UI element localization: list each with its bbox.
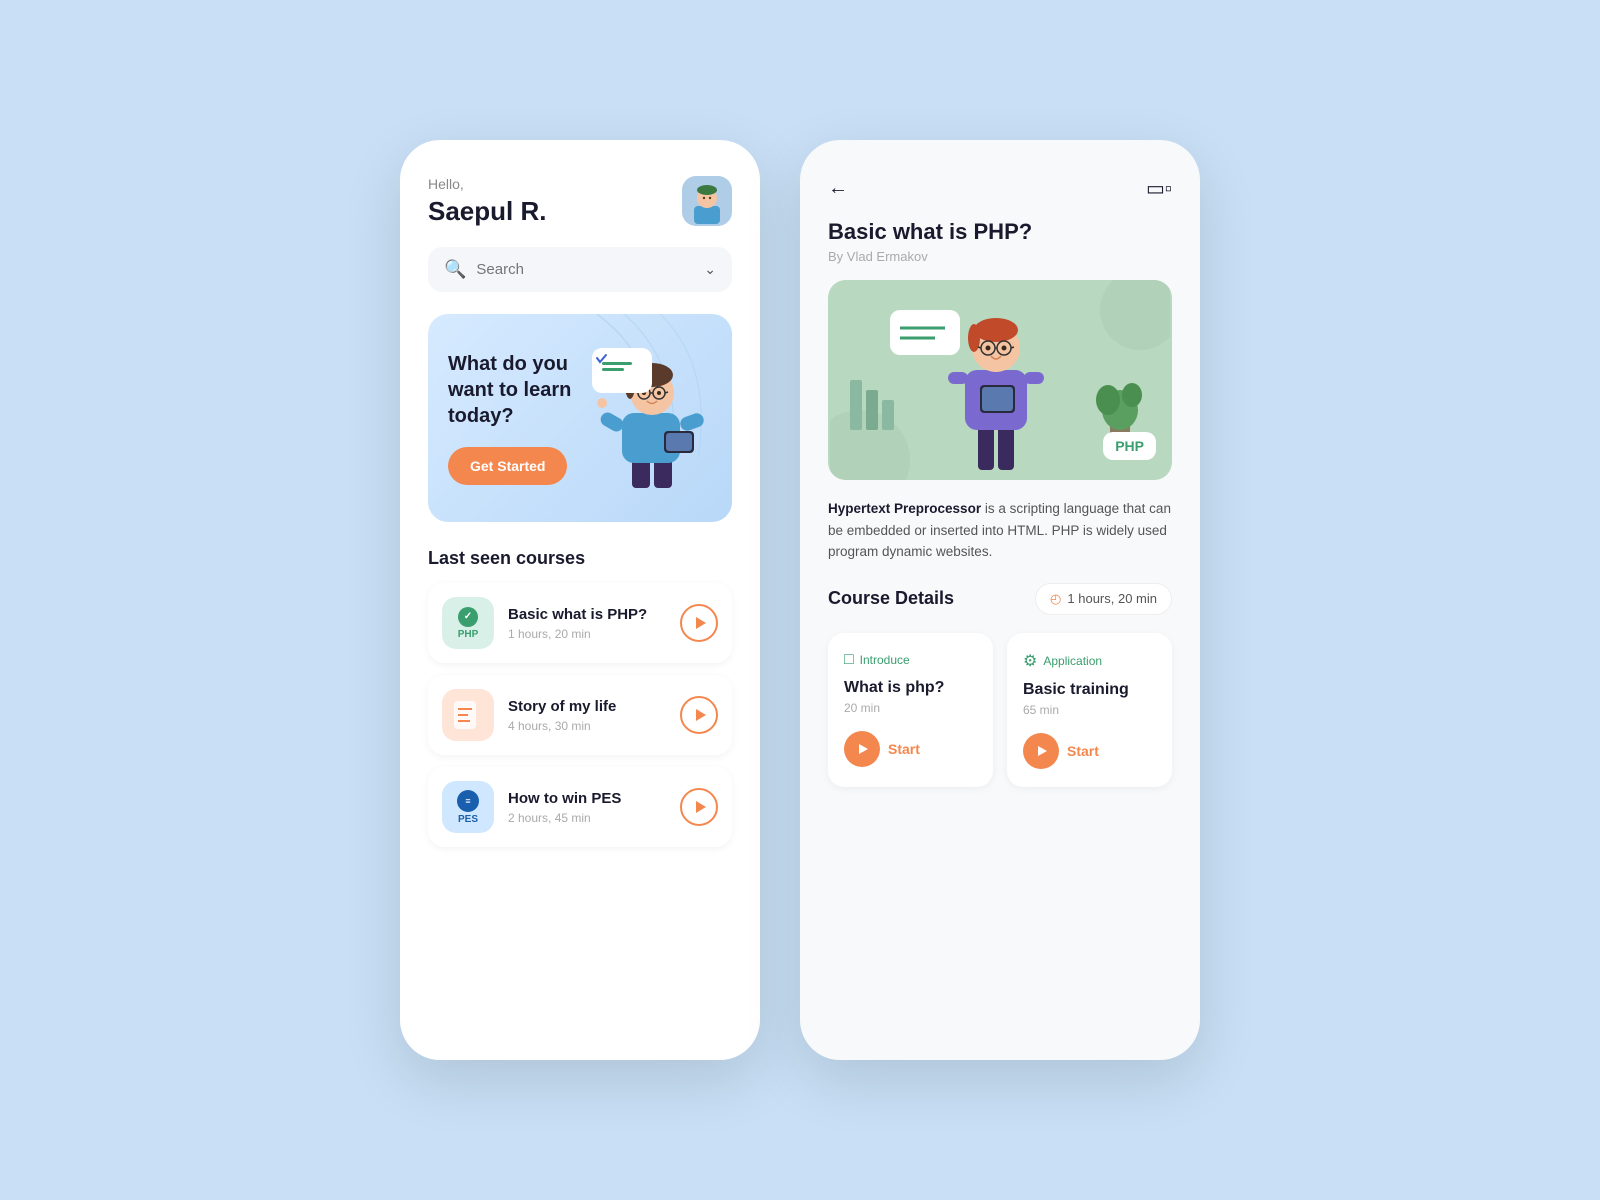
course-thumb-pes: ≡ PES [442, 781, 494, 833]
php-badge: PHP [1103, 432, 1156, 460]
play-button-pes[interactable] [680, 788, 718, 826]
description-bold: Hypertext Preprocessor [828, 501, 981, 516]
right-phone: ← ▭▫ Basic what is PHP? By Vlad Ermakov [800, 140, 1200, 1060]
banner-title: What do you want to learn today? [448, 351, 582, 429]
banner: What do you want to learn today? Get Sta… [428, 314, 732, 522]
header-row: Hello, Saepul R. [428, 176, 732, 227]
course-info-story: Story of my life 4 hours, 30 min [508, 698, 666, 733]
course-card-php[interactable]: ✓ PHP Basic what is PHP? 1 hours, 20 min [428, 583, 732, 663]
greeting-block: Hello, Saepul R. [428, 176, 546, 227]
course-duration-story: 4 hours, 30 min [508, 719, 666, 733]
course-card-story[interactable]: Story of my life 4 hours, 30 min [428, 675, 732, 755]
start-play-icon-1 [1038, 746, 1047, 756]
search-icon: 🔍 [444, 259, 466, 280]
top-nav: ← ▭▫ [828, 176, 1172, 201]
module-name-0: What is php? [844, 679, 977, 697]
banner-content: What do you want to learn today? Get Sta… [448, 351, 582, 485]
user-name: Saepul R. [428, 196, 546, 227]
bookmark-icon[interactable]: ▭▫ [1146, 176, 1172, 201]
play-button-php[interactable] [680, 604, 718, 642]
play-icon-pes [696, 801, 706, 813]
avatar-image [682, 176, 732, 226]
left-phone: Hello, Saepul R. 🔍 ⌄ [400, 140, 760, 1060]
module-type-label-1: Application [1043, 654, 1102, 668]
start-circle-0 [844, 731, 880, 767]
details-label: Course Details [828, 588, 954, 609]
module-duration-1: 65 min [1023, 703, 1156, 717]
module-card-introduce: □ Introduce What is php? 20 min Start [828, 633, 993, 787]
start-button-0[interactable]: Start [844, 731, 977, 767]
module-name-1: Basic training [1023, 681, 1156, 699]
clock-icon: ◴ [1050, 591, 1061, 607]
author-text: By Vlad Ermakov [828, 249, 1172, 264]
module-type-introduce: □ Introduce [844, 651, 977, 669]
avatar[interactable] [682, 176, 732, 226]
check-icon: ✓ [458, 607, 478, 627]
course-info-pes: How to win PES 2 hours, 45 min [508, 790, 666, 825]
play-button-story[interactable] [680, 696, 718, 734]
course-name-story: Story of my life [508, 698, 666, 715]
back-icon[interactable]: ← [828, 177, 848, 200]
start-label-1: Start [1067, 743, 1099, 759]
get-started-button[interactable]: Get Started [448, 447, 567, 485]
introduce-icon: □ [844, 651, 854, 669]
duration-text: 1 hours, 20 min [1067, 591, 1157, 606]
course-title: Basic what is PHP? [828, 219, 1172, 245]
start-play-icon-0 [859, 744, 868, 754]
course-card-pes[interactable]: ≡ PES How to win PES 2 hours, 45 min [428, 767, 732, 847]
module-card-application: ⚙ Application Basic training 65 min Star… [1007, 633, 1172, 787]
start-button-1[interactable]: Start [1023, 733, 1156, 769]
module-type-label-0: Introduce [860, 653, 910, 667]
modules-grid: □ Introduce What is php? 20 min Start ⚙ … [828, 633, 1172, 787]
module-duration-0: 20 min [844, 701, 977, 715]
course-image: PHP [828, 280, 1172, 480]
details-row: Course Details ◴ 1 hours, 20 min [828, 583, 1172, 615]
course-duration-pes: 2 hours, 45 min [508, 811, 666, 825]
banner-illustration [582, 338, 712, 498]
banner-card [592, 348, 652, 393]
course-duration-php: 1 hours, 20 min [508, 627, 666, 641]
story-icon [450, 697, 486, 733]
course-info-php: Basic what is PHP? 1 hours, 20 min [508, 606, 666, 641]
module-type-application: ⚙ Application [1023, 651, 1156, 671]
duration-badge: ◴ 1 hours, 20 min [1035, 583, 1172, 615]
course-thumb-story [442, 689, 494, 741]
play-icon-php [696, 617, 706, 629]
course-name-php: Basic what is PHP? [508, 606, 666, 623]
course-description: Hypertext Preprocessor is a scripting la… [828, 498, 1172, 563]
course-thumb-php: ✓ PHP [442, 597, 494, 649]
play-icon-story [696, 709, 706, 721]
start-circle-1 [1023, 733, 1059, 769]
last-seen-label: Last seen courses [428, 548, 732, 569]
start-label-0: Start [888, 741, 920, 757]
greeting-text: Hello, [428, 176, 546, 192]
chevron-down-icon[interactable]: ⌄ [704, 261, 716, 278]
pes-icon: ≡ [457, 790, 479, 812]
search-bar[interactable]: 🔍 ⌄ [428, 247, 732, 292]
application-icon: ⚙ [1023, 651, 1037, 671]
course-name-pes: How to win PES [508, 790, 666, 807]
search-input[interactable] [476, 261, 694, 278]
